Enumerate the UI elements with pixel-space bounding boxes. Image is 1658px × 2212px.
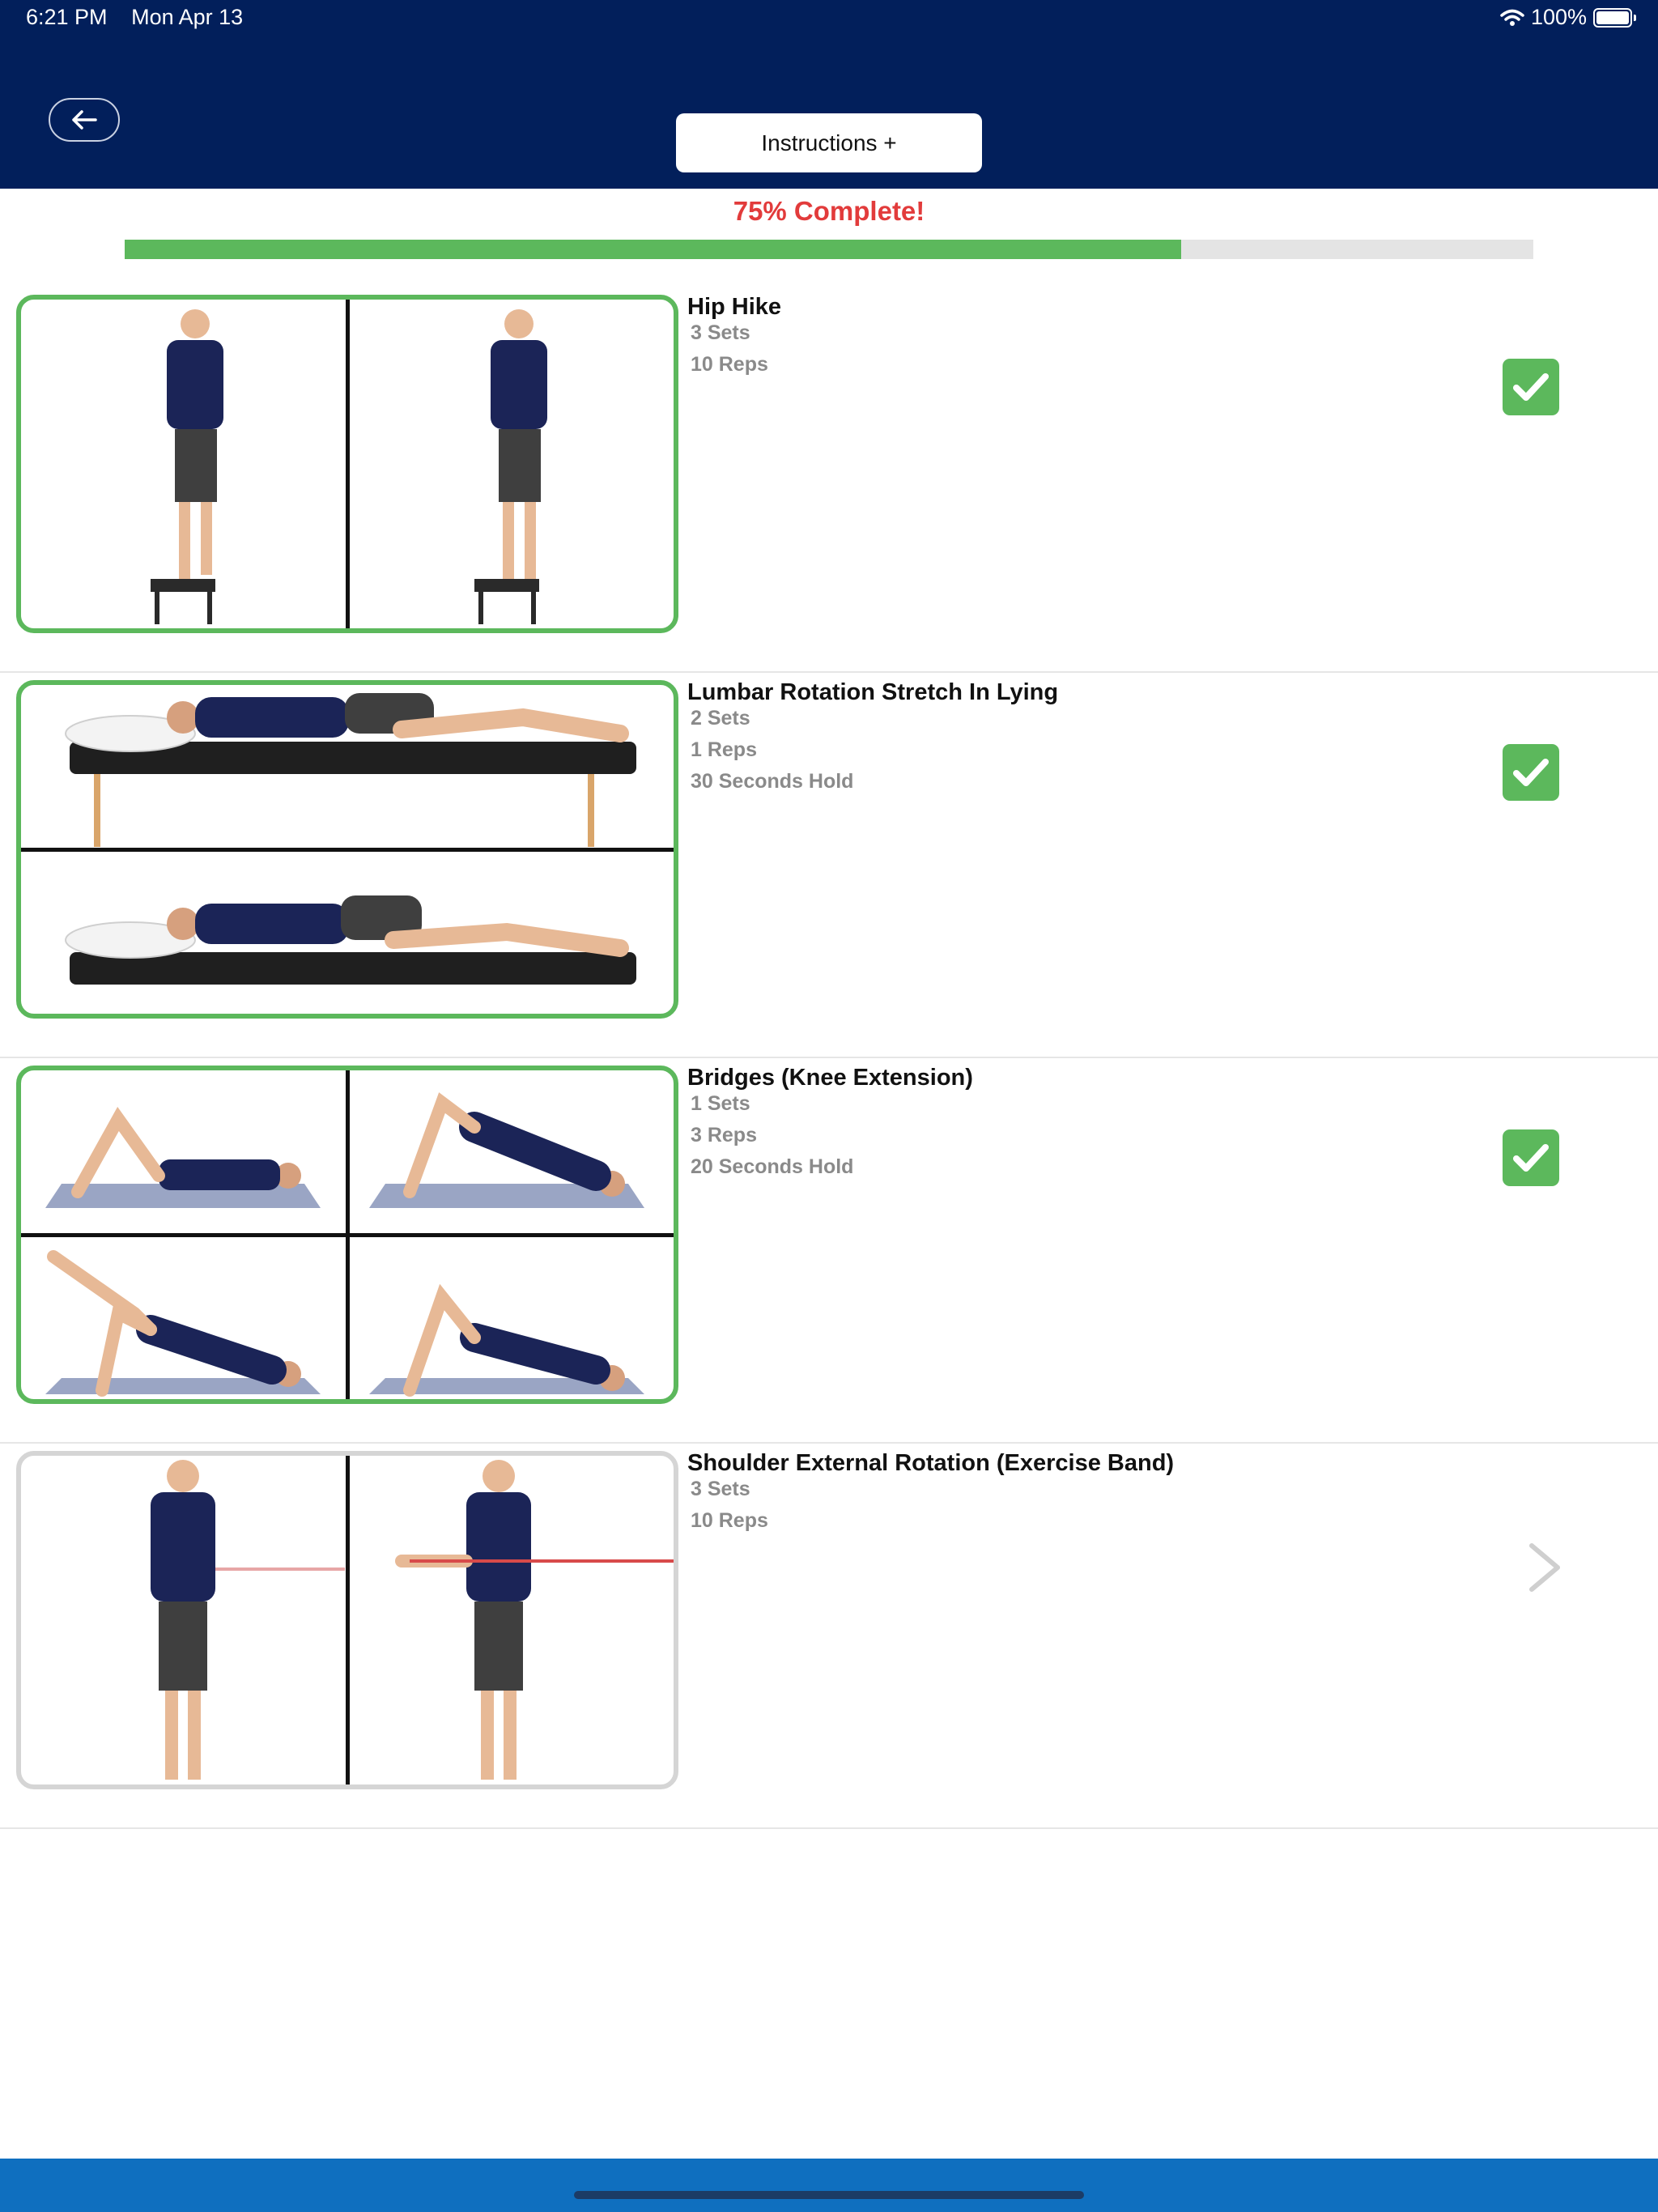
progress-bar [125,240,1533,259]
exercise-reps: 10 Reps [691,353,768,376]
exercise-thumbnail[interactable] [16,1066,678,1404]
progress-label: 75% Complete! [733,196,925,226]
bottom-bar [0,2159,1658,2212]
battery-percent: 100% [1530,5,1587,29]
thumbnail-divider [346,1456,350,1784]
exercise-title: Bridges (Knee Extension) [687,1065,973,1091]
exercise-row-shoulder-external-rotation[interactable]: Shoulder External Rotation (Exercise Ban… [0,1444,1658,1829]
exercise-thumbnail[interactable] [16,1451,678,1789]
exercise-title: Shoulder External Rotation (Exercise Ban… [687,1450,1175,1476]
exercise-thumbnail[interactable] [16,680,678,1019]
exercise-reps: 10 Reps [691,1509,768,1532]
chevron-right-icon[interactable] [1522,1539,1571,1596]
exercise-sets: 3 Sets [691,321,750,344]
status-bar-left: 6:21 PM Mon Apr 13 [26,5,261,30]
exercise-sets: 1 Sets [691,1092,750,1115]
status-time: 6:21 PM [26,5,108,29]
exercise-row-bridges[interactable]: Bridges (Knee Extension) 1 Sets 3 Reps 2… [0,1058,1658,1444]
checkbox-checked-icon[interactable] [1503,1129,1559,1186]
exercise-row-lumbar-rotation[interactable]: Lumbar Rotation Stretch In Lying 2 Sets … [0,673,1658,1058]
thumbnail-divider [21,848,674,852]
exercise-sets: 2 Sets [691,707,750,730]
checkbox-checked-icon[interactable] [1503,359,1559,415]
app-header: 6:21 PM Mon Apr 13 100% Instructions + [0,0,1658,189]
exercise-hold: 30 Seconds Hold [691,770,854,793]
battery-icon [1593,7,1636,28]
instructions-button[interactable]: Instructions + [676,113,982,172]
arrow-left-icon [72,110,97,130]
status-date: Mon Apr 13 [131,5,244,29]
exercise-hold: 20 Seconds Hold [691,1155,854,1178]
exercise-thumbnail[interactable] [16,295,678,633]
checkbox-checked-icon[interactable] [1503,744,1559,801]
status-bar-right: 100% [1500,5,1636,30]
exercise-row-hip-hike[interactable]: Hip Hike 3 Sets 10 Reps [0,287,1658,673]
exercise-sets: 3 Sets [691,1478,750,1500]
exercise-reps: 1 Reps [691,738,757,761]
wifi-icon [1500,9,1524,26]
exercise-title: Hip Hike [687,294,782,320]
progress-bar-fill [125,240,1181,259]
home-indicator[interactable] [574,2191,1084,2199]
exercise-title: Lumbar Rotation Stretch In Lying [687,679,1059,705]
thumbnail-divider [21,1233,674,1237]
back-button[interactable] [49,98,120,142]
thumbnail-divider [346,300,350,628]
exercise-reps: 3 Reps [691,1124,757,1146]
